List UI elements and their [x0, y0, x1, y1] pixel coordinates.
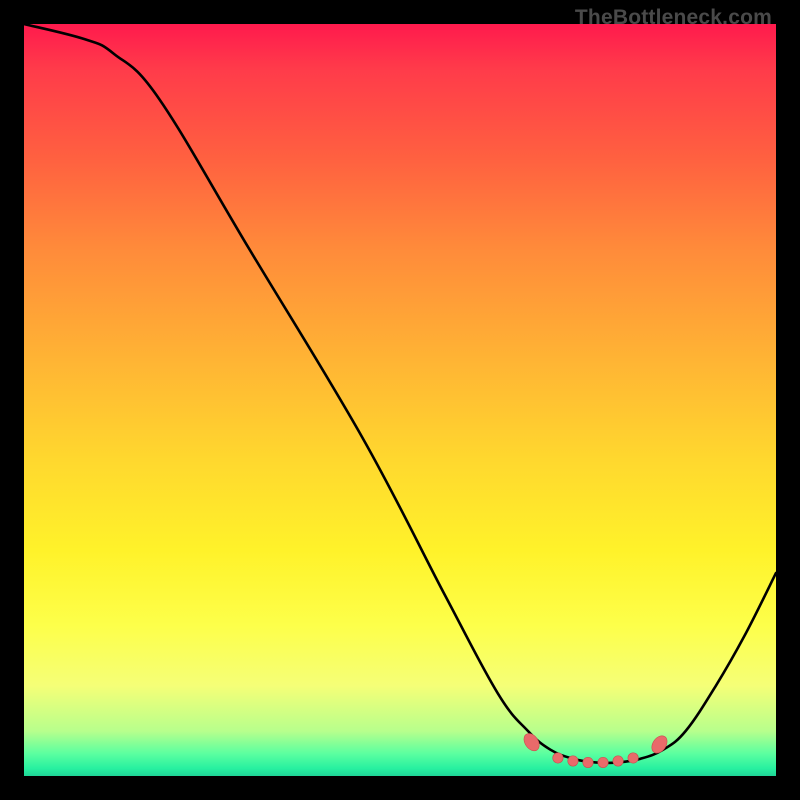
marker-point: [598, 757, 608, 767]
marker-point: [553, 753, 563, 763]
curve-svg: [24, 24, 776, 776]
chart-plot-area: [24, 24, 776, 776]
marker-point: [583, 757, 593, 767]
marker-point: [628, 753, 638, 763]
marker-point: [613, 756, 623, 766]
bottleneck-curve: [24, 24, 776, 763]
marker-point: [649, 733, 671, 756]
marker-point: [568, 756, 578, 766]
watermark-text: TheBottleneck.com: [575, 6, 772, 30]
